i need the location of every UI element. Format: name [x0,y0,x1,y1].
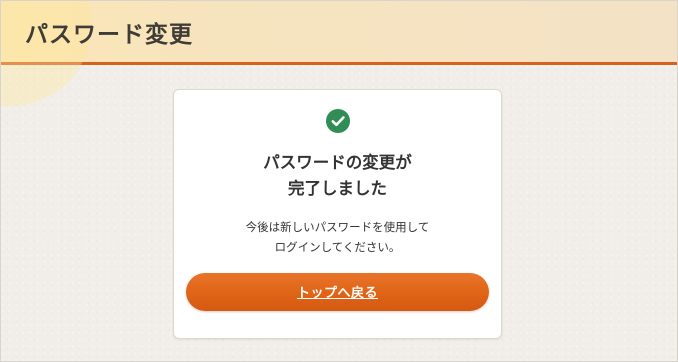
page-title: パスワード変更 [25,22,193,48]
completion-heading-line: パスワードの変更が [263,153,412,172]
completion-message-line: 今後は新しいパスワードを使用して [245,220,430,234]
back-to-top-button[interactable]: トップへ戻る [186,273,489,311]
completion-heading-line: 完了しました [288,179,387,198]
completion-message: 今後は新しいパスワードを使用して ログインしてください。 [174,217,501,257]
completion-heading: パスワードの変更が 完了しました [174,150,501,202]
check-circle-icon [326,109,350,133]
back-to-top-link-text[interactable]: トップへ戻る [186,282,489,301]
screen-frame: パスワード変更 パスワードの変更が 完了しました 今後は新しいパスワードを使用し… [0,0,678,362]
completion-card: パスワードの変更が 完了しました 今後は新しいパスワードを使用して ログインして… [173,89,502,339]
page-header: パスワード変更 [1,1,677,106]
completion-message-line: ログインしてください。 [274,240,401,254]
